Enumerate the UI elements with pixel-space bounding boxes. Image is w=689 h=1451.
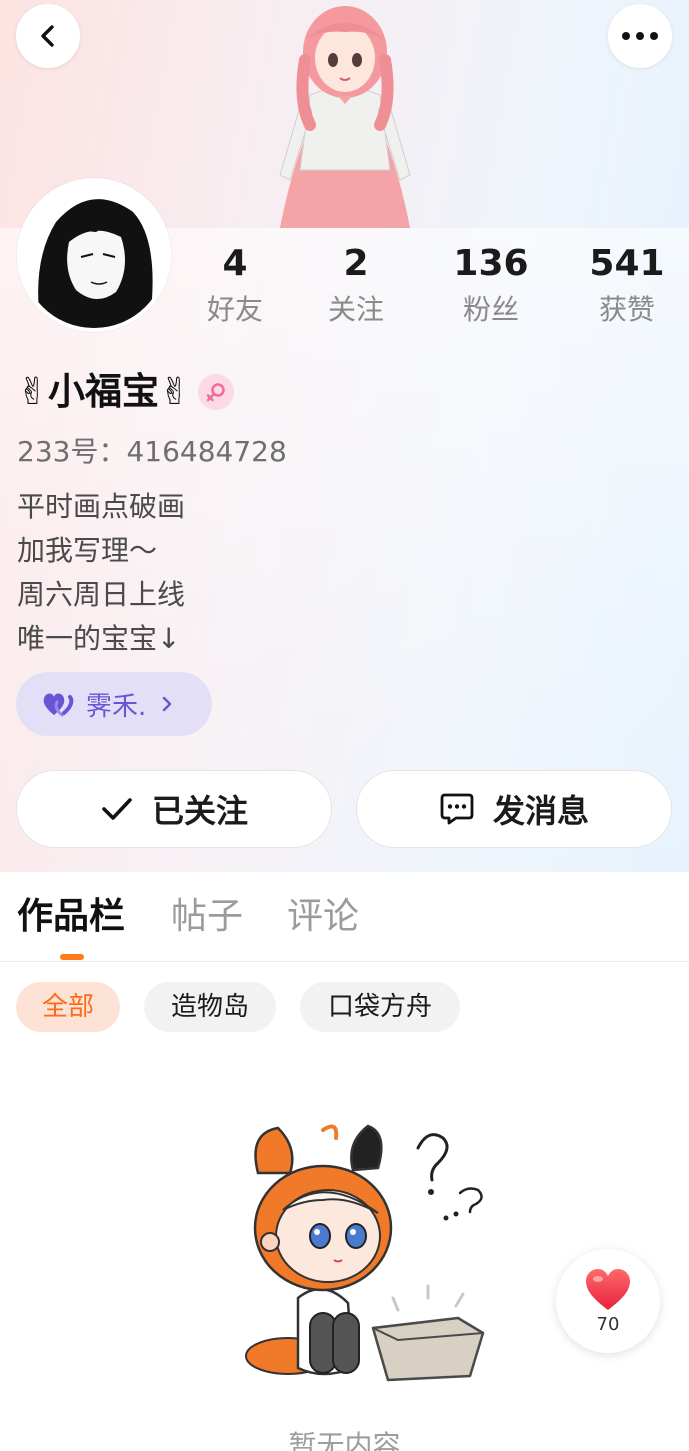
like-count: 70: [596, 1313, 620, 1335]
send-message-label: 发消息: [492, 792, 589, 830]
guard-name: 霁禾.: [86, 691, 147, 722]
user-id: 233号：416484728: [17, 435, 287, 468]
stat-value: 4: [222, 243, 248, 284]
more-button[interactable]: [608, 4, 672, 68]
stat-likes[interactable]: 541 获赞: [567, 240, 687, 330]
check-icon: [102, 798, 132, 820]
chevron-right-icon: [163, 696, 172, 712]
bio-line: 唯一的宝宝↓: [17, 622, 181, 655]
stat-label: 获赞: [598, 293, 655, 326]
stat-value: 541: [589, 243, 665, 284]
send-message-button[interactable]: 发消息: [356, 770, 672, 848]
empty-state-text: 暂无内容: [288, 1429, 401, 1451]
profile-header-background: 4 好友 2 关注 136 粉丝 541 获赞 ✌小福宝✌ 233号：41648…: [0, 0, 689, 872]
bio-line: 平时画点破画: [17, 490, 186, 523]
guard-chip[interactable]: 霁禾.: [16, 672, 212, 736]
stat-label: 粉丝: [462, 293, 519, 326]
female-icon: [206, 383, 225, 402]
stat-value: 136: [453, 243, 529, 284]
stat-following[interactable]: 2 关注: [296, 240, 416, 330]
following-button-label: 已关注: [151, 792, 248, 830]
gender-badge: [198, 374, 235, 410]
stat-label: 关注: [327, 293, 384, 326]
floating-like-button[interactable]: 70: [556, 1249, 660, 1353]
stat-friends[interactable]: 4 好友: [175, 240, 295, 330]
heart-icon: [586, 1268, 630, 1310]
bio-line: 加我写理～: [17, 534, 158, 567]
stat-value: 2: [343, 243, 369, 284]
heart-pair-icon: [43, 693, 74, 717]
stat-fans[interactable]: 136 粉丝: [431, 240, 551, 330]
chevron-left-icon: [41, 25, 54, 47]
bio: 平时画点破画 加我写理～ 周六周日上线 唯一的宝宝↓: [17, 485, 185, 661]
active-tab-indicator: [60, 954, 84, 960]
more-horizontal-icon: [622, 32, 658, 40]
filter-all[interactable]: 全部: [16, 982, 120, 1032]
filter-pocket-ark[interactable]: 口袋方舟: [300, 982, 460, 1032]
tab-works[interactable]: 作品栏: [17, 892, 125, 942]
tab-comments[interactable]: 评论: [287, 892, 359, 942]
avatar-image: [21, 182, 167, 328]
following-button[interactable]: 已关注: [16, 770, 332, 848]
tab-posts[interactable]: 帖子: [171, 892, 243, 942]
bio-line: 周六周日上线: [17, 578, 186, 611]
banner-character-image: [279, 6, 411, 228]
filter-creation-island[interactable]: 造物岛: [144, 982, 276, 1032]
nickname: ✌小福宝✌: [17, 370, 191, 413]
content-tabs: 作品栏 帖子 评论: [0, 872, 689, 962]
back-button[interactable]: [16, 4, 80, 68]
chat-bubble-icon: [440, 793, 474, 825]
empty-state-illustration: [245, 1124, 485, 1382]
avatar[interactable]: [17, 178, 171, 332]
stat-label: 好友: [206, 293, 263, 326]
nickname-row: ✌小福宝✌: [17, 370, 235, 414]
